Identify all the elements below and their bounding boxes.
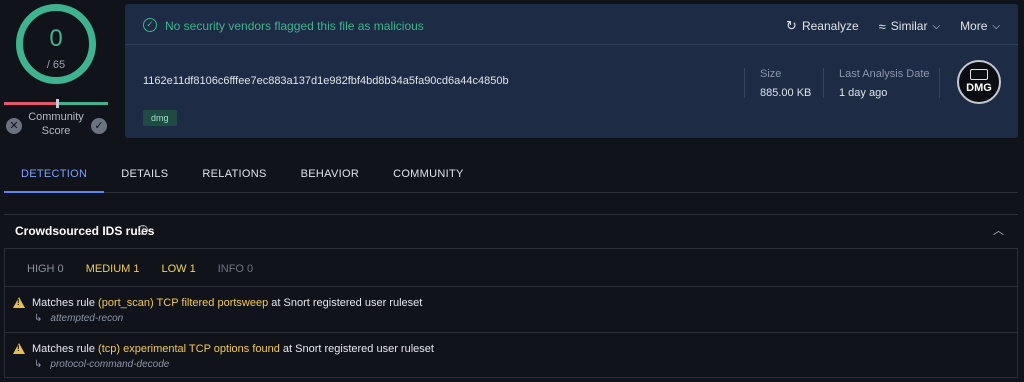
tab-details[interactable]: DETAILS [104,155,185,193]
dmg-file-icon: DMG [957,60,1001,104]
ids-rule-row: Matches rule (port_scan) TCP filtered po… [5,286,1017,330]
chevron-down-icon: ⌵ [992,20,1000,32]
sub-arrow-icon: ↳ [34,359,43,370]
tab-community[interactable]: COMMUNITY [376,155,481,193]
rule-category: ↳ protocol-command-decode [34,359,169,370]
community-score-bar [4,99,108,108]
rule-prefix: Matches rule [32,297,95,309]
more-button[interactable]: More ⌵ [960,18,1000,34]
rule-prefix: Matches rule [32,343,95,355]
file-size: Size 885.00 KB [760,68,811,99]
detection-score: 0 / 65 ✕ Community Score ✓ [0,0,114,145]
rule-suffix: at Snort registered user ruleset [271,297,423,309]
severity-high[interactable]: HIGH 0 [27,263,64,275]
disk-icon [970,69,988,80]
community-score-label: Community Score [28,111,84,137]
rule-name[interactable]: (port_scan) TCP filtered portsweep [98,297,268,309]
last-analysis-label: Last Analysis Date [839,68,930,80]
community-score-marker [56,99,59,108]
ids-section-header[interactable]: Crowdsourced IDS rules i ︿ [4,214,1018,244]
tab-detection[interactable]: DETECTION [4,155,105,193]
severity-filter: HIGH 0 MEDIUM 1 LOW 1 INFO 0 [27,263,253,275]
warning-icon [13,297,25,308]
status-banner: ✓ No security vendors flagged this file … [125,4,1018,45]
file-tag[interactable]: dmg [143,110,177,126]
rule-name[interactable]: (tcp) experimental TCP options found [98,343,280,355]
status-text: No security vendors flagged this file as… [165,19,424,33]
ids-title: Crowdsourced IDS rules [15,224,155,238]
chevron-down-icon: ⌵ [932,20,941,32]
vote-harmless-icon[interactable]: ✓ [91,118,107,134]
file-type-text: DMG [966,82,992,94]
rule-category: ↳ attempted-recon [34,313,123,324]
file-summary-card: ✓ No security vendors flagged this file … [125,4,1018,138]
vote-malicious-icon[interactable]: ✕ [6,118,22,134]
similar-button[interactable]: ≈ Similar ⌵ [879,18,940,34]
rule-category-text: protocol-command-decode [50,359,170,370]
file-hash[interactable]: 1162e11df8106c6fffee7ec883a137d1e982fbf4… [143,75,509,87]
ids-rules-panel: HIGH 0 MEDIUM 1 LOW 1 INFO 0 Matches rul… [4,248,1018,378]
last-analysis-value: 1 day ago [839,87,888,99]
reanalyze-label: Reanalyze [801,19,859,33]
refresh-icon: ↻ [786,18,797,33]
report-tabs: DETECTION DETAILS RELATIONS BEHAVIOR COM… [4,155,1018,193]
divider [939,68,940,98]
tab-behavior[interactable]: BEHAVIOR [284,155,376,193]
check-circle-icon: ✓ [143,18,157,32]
rule-suffix: at Snort registered user ruleset [282,343,434,355]
more-label: More [960,19,988,33]
reanalyze-button[interactable]: ↻ Reanalyze [786,18,859,34]
rule-text: Matches rule (port_scan) TCP filtered po… [32,297,422,309]
similar-label: Similar [890,19,928,33]
size-label: Size [760,68,782,80]
sub-arrow-icon: ↳ [34,313,43,324]
banner-actions: ↻ Reanalyze ≈ Similar ⌵ More ⌵ [786,18,1000,34]
severity-info[interactable]: INFO 0 [218,263,253,275]
divider [823,68,824,98]
rule-category-text: attempted-recon [50,313,124,324]
engine-total: / 65 [46,59,66,71]
warning-icon [13,343,25,354]
detection-count: 0 [49,25,63,52]
severity-medium[interactable]: MEDIUM 1 [86,263,140,275]
similar-icon: ≈ [878,18,886,34]
last-analysis: Last Analysis Date 1 day ago [839,68,930,99]
tab-relations[interactable]: RELATIONS [185,155,283,193]
divider [744,68,745,98]
info-icon[interactable]: i [138,225,148,235]
rule-text: Matches rule (tcp) experimental TCP opti… [32,343,434,355]
severity-low[interactable]: LOW 1 [161,263,195,275]
ids-rule-row: Matches rule (tcp) experimental TCP opti… [5,332,1017,376]
size-value: 885.00 KB [760,87,812,99]
chevron-up-icon[interactable]: ︿ [993,222,1004,238]
score-ring: 0 / 65 [16,4,96,84]
